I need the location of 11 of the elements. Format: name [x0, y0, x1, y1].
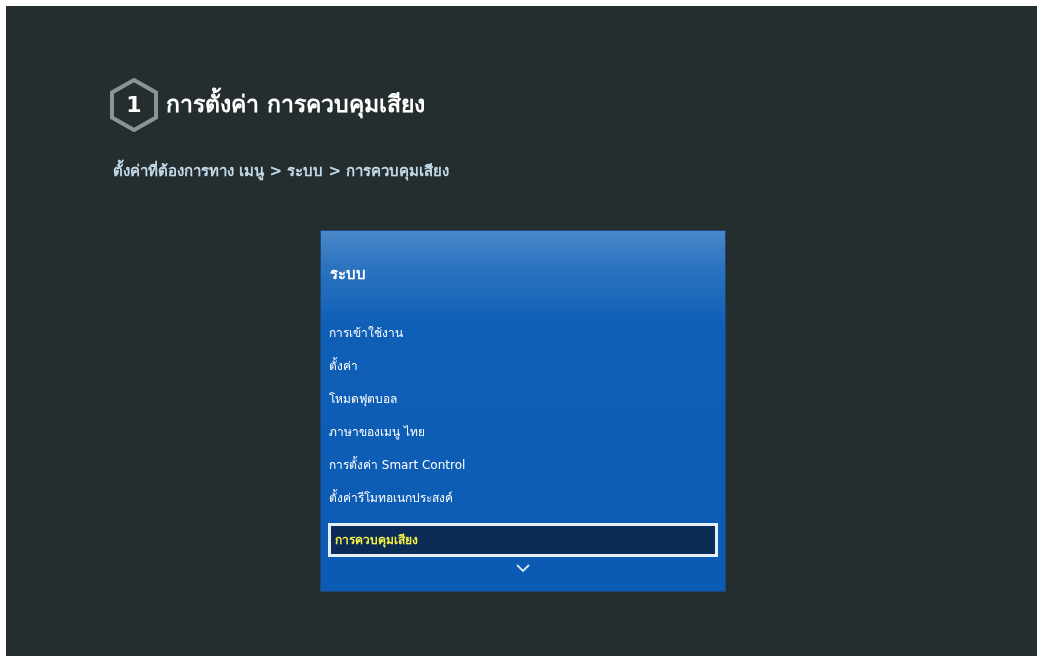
- menu-item[interactable]: ตั้งค่ารีโมทอเนกประสงค์: [328, 480, 718, 514]
- hexagon-icon: [110, 78, 158, 132]
- menu-item[interactable]: โหมดฟุตบอล: [328, 381, 718, 415]
- step-number: 1: [126, 94, 142, 116]
- menu-item[interactable]: ภาษาของเมนู ไทย: [328, 414, 718, 448]
- menu-title: ระบบ: [329, 263, 367, 285]
- menu-item[interactable]: ตั้งค่า: [328, 348, 718, 382]
- menu-item[interactable]: การควบคุมเสียง: [328, 522, 718, 557]
- menu-item[interactable]: การเข้าใช้งาน: [328, 315, 718, 349]
- menu-item[interactable]: การตั้งค่า Smart Control: [328, 447, 718, 481]
- chevron-down-icon[interactable]: [516, 563, 530, 572]
